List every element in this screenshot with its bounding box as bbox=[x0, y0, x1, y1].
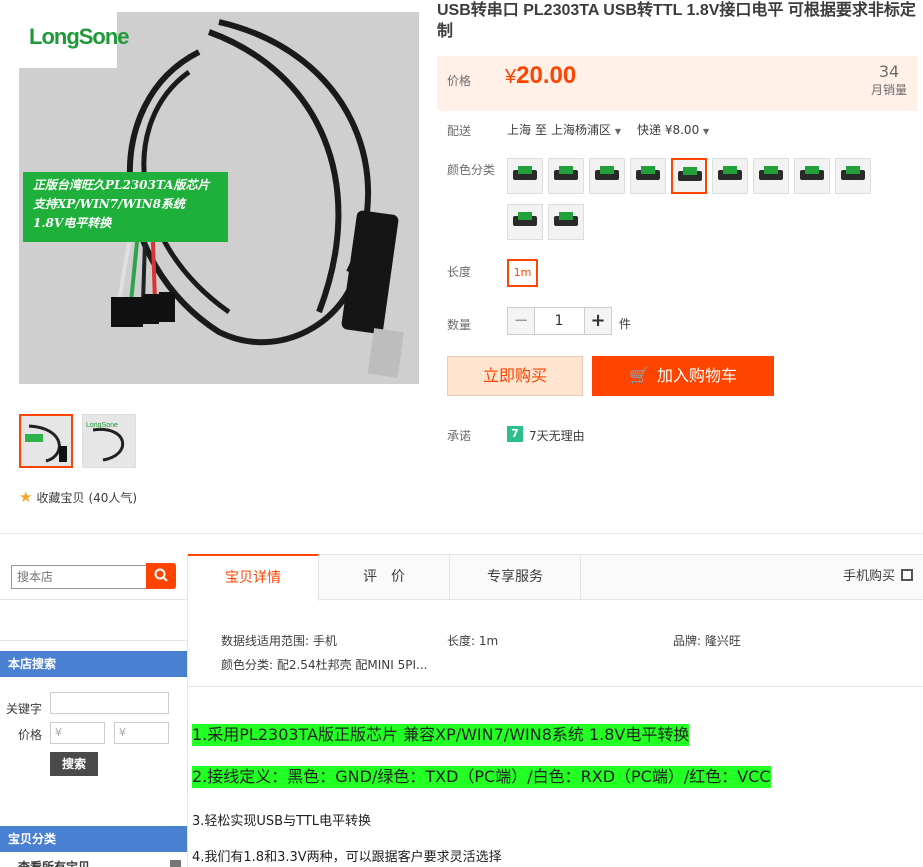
mobile-buy-label: 手机购买 bbox=[842, 569, 895, 584]
chevron-down-icon: ▼ bbox=[703, 127, 710, 136]
color-swatch-5[interactable] bbox=[671, 158, 707, 194]
thumbnail-image: LongSone bbox=[86, 422, 125, 462]
chevron-down-icon: ▼ bbox=[614, 127, 622, 136]
quantity-unit: 件 bbox=[619, 317, 632, 331]
color-swatch-6[interactable] bbox=[712, 158, 748, 194]
search-icon bbox=[154, 568, 168, 582]
attr-length: 长度: 1m bbox=[447, 634, 499, 648]
tab-services[interactable]: 专享服务 bbox=[450, 555, 581, 600]
color-swatch-3[interactable] bbox=[589, 158, 625, 194]
add-to-cart-button[interactable]: 🛒 加入购物车 bbox=[592, 356, 774, 396]
shop-search-panel-title: 本店搜索 bbox=[0, 651, 187, 677]
all-items-link[interactable]: 查看所有宝贝 bbox=[18, 858, 90, 867]
thumbnail-image bbox=[25, 424, 67, 463]
collapse-icon[interactable] bbox=[170, 860, 181, 867]
ship-to-word: 至 bbox=[535, 123, 548, 137]
logo-text: LongSone bbox=[29, 24, 130, 49]
description-divider bbox=[188, 686, 923, 687]
chip-label-line: 1.8V电平转换 bbox=[33, 216, 112, 230]
favorite-label: 收藏宝贝 bbox=[36, 490, 85, 505]
thumbnail-1[interactable] bbox=[19, 414, 73, 468]
brand-logo: LongSone bbox=[19, 12, 130, 68]
ship-method: 快递 ¥8.00 bbox=[637, 123, 700, 137]
color-swatch-9[interactable] bbox=[835, 158, 871, 194]
shop-search-input[interactable] bbox=[12, 566, 146, 588]
color-swatch-7[interactable] bbox=[753, 158, 789, 194]
color-label: 颜色分类 bbox=[447, 163, 496, 177]
quantity-decrease-button[interactable]: − bbox=[507, 307, 535, 335]
keyword-input[interactable] bbox=[50, 692, 169, 714]
price-min-input[interactable]: ¥ bbox=[50, 722, 105, 744]
currency-symbol: ¥ bbox=[505, 66, 517, 88]
price-label: 价格 bbox=[447, 74, 472, 88]
shop-search-button[interactable] bbox=[146, 563, 176, 589]
price-value: ¥20.00 bbox=[505, 62, 576, 90]
color-swatch-4[interactable] bbox=[630, 158, 666, 194]
promise-label: 承诺 bbox=[447, 429, 472, 443]
color-swatch-1[interactable] bbox=[507, 158, 543, 194]
seven-day-return-icon: 7 bbox=[507, 426, 523, 442]
sales-label: 月销量 bbox=[870, 83, 907, 97]
color-swatch-11[interactable] bbox=[548, 204, 584, 240]
color-swatch-8[interactable] bbox=[794, 158, 830, 194]
quantity-input[interactable]: 1 bbox=[534, 307, 584, 335]
length-label: 长度 bbox=[447, 265, 472, 279]
chip-label: 正版台湾旺久PL2303TA版芯片 支持XP/WIN7/WIN8系统 1.8V电… bbox=[23, 172, 228, 242]
shop-filter-search-button[interactable]: 搜索 bbox=[50, 752, 98, 776]
sales-count: 34 bbox=[878, 62, 900, 81]
thumbnail-2[interactable]: LongSone bbox=[82, 414, 136, 468]
chip-label-line: 正版台湾旺久PL2303TA版芯片 bbox=[33, 178, 210, 192]
detail-tab-bar: 宝贝详情 评 价 专享服务 手机购买 bbox=[188, 554, 923, 601]
tab-reviews[interactable]: 评 价 bbox=[319, 555, 450, 600]
ship-method-select[interactable]: 快递 ¥8.00 ▼ bbox=[637, 121, 709, 138]
mobile-buy-link[interactable]: 手机购买 bbox=[843, 555, 913, 599]
color-swatch-10[interactable] bbox=[507, 204, 543, 240]
quantity-increase-button[interactable]: + bbox=[584, 307, 612, 335]
promise-text[interactable]: 7天无理由 bbox=[529, 427, 585, 444]
price-filter-label: 价格 bbox=[18, 728, 43, 742]
tab-details[interactable]: 宝贝详情 bbox=[188, 554, 319, 601]
shop-search-field[interactable] bbox=[11, 565, 147, 589]
description-line-3: 3.轻松实现USB与TTL电平转换 bbox=[192, 814, 371, 829]
left-divider bbox=[0, 599, 187, 600]
attr-color: 颜色分类: 配2.54杜邦壳 配MINI 5PI... bbox=[221, 658, 428, 672]
ship-from: 上海 bbox=[507, 123, 532, 137]
categories-panel-title: 宝贝分类 bbox=[0, 826, 187, 852]
favorite-link[interactable]: ★ 收藏宝贝 (40人气) bbox=[19, 488, 137, 506]
product-main-image: LongSone 正版台湾旺久PL2303TA版芯片 支持XP/WIN7/WIN… bbox=[19, 12, 419, 384]
length-option[interactable]: 1m bbox=[507, 259, 538, 287]
ship-destination-select[interactable]: 上海杨浦区 ▼ bbox=[551, 121, 621, 138]
price-number: 20.00 bbox=[516, 62, 577, 89]
attr-brand: 品牌: 隆兴旺 bbox=[673, 634, 741, 648]
description-line-2: 2.接线定义：黑色：GND/绿色：TXD（PC端）/白色：RXD（PC端）/红色… bbox=[192, 766, 771, 788]
price-box: 价格 ¥20.00 34 月销量 bbox=[437, 56, 917, 111]
left-divider bbox=[0, 640, 187, 641]
shipping-info: 上海 至 上海杨浦区 ▼ 快递 ¥8.00 ▼ bbox=[507, 121, 709, 138]
monthly-sales: 34 月销量 bbox=[871, 62, 907, 98]
star-icon: ★ bbox=[19, 488, 33, 506]
price-max-input[interactable]: ¥ bbox=[114, 722, 169, 744]
quantity-label: 数量 bbox=[447, 318, 472, 332]
chip-label-line: 支持XP/WIN7/WIN8系统 bbox=[33, 197, 185, 211]
cart-icon: 🛒 bbox=[629, 366, 649, 385]
buy-now-button[interactable]: 立即购买 bbox=[447, 356, 583, 396]
description-line-4: 4.我们有1.8和3.3V两种，可以跟据客户要求灵活选择 bbox=[192, 850, 502, 865]
section-divider bbox=[0, 533, 923, 534]
add-to-cart-label: 加入购物车 bbox=[656, 366, 737, 385]
keyword-label: 关键字 bbox=[6, 702, 43, 716]
qr-code-icon bbox=[901, 569, 913, 581]
svg-text:LongSone: LongSone bbox=[86, 422, 118, 429]
shipping-label: 配送 bbox=[447, 124, 472, 138]
ship-to: 上海杨浦区 bbox=[551, 123, 612, 137]
description-line-1: 1.采用PL2303TA版正版芯片 兼容XP/WIN7/WIN8系统 1.8V电… bbox=[192, 724, 690, 746]
attr-scope: 数据线适用范围: 手机 bbox=[221, 634, 337, 648]
favorite-count: (40人气) bbox=[88, 490, 138, 505]
product-title: USB转串口 PL2303TA USB转TTL 1.8V接口电平 可根据要求非标… bbox=[437, 2, 916, 40]
color-swatch-2[interactable] bbox=[548, 158, 584, 194]
